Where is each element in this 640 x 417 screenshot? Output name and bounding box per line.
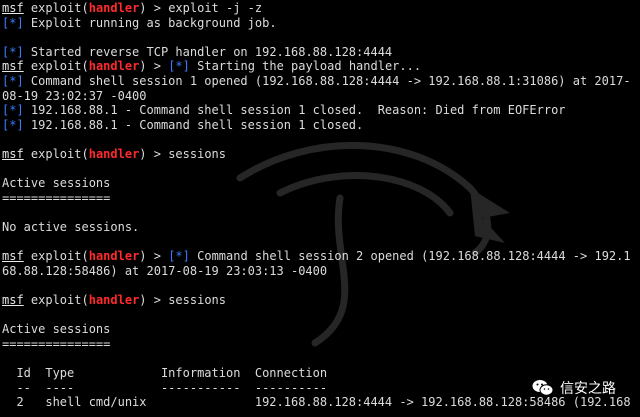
prompt-msf: msf [2,59,24,74]
wechat-icon [532,380,554,396]
output-text: No active sessions. [2,220,140,234]
info-marker: [*] [2,117,24,132]
terminal-line: msf exploit(handler) > [*] Command shell… [2,249,631,264]
prompt-msf: msf [2,147,24,161]
info-marker: [*] [2,74,24,88]
prompt-handler: handler [88,147,140,161]
terminal-line: [*] 192.168.88.1 - Command shell session… [2,103,566,118]
output-text: 68.88.128:58486) at 2017-08-19 23:03:13 … [2,263,328,278]
terminal-line: Id Type Information Connection [2,366,327,381]
output-text: Active sessions [2,176,111,191]
terminal-line: msf exploit(handler) > [*] Starting the … [2,59,421,74]
output-text: 192.168.88.1 - Command shell session 1 c… [23,103,566,118]
info-marker: [*] [2,103,24,118]
prompt-msf: msf [2,1,24,15]
terminal-line: msf exploit(handler) > sessions [2,147,226,162]
terminal-line: Active sessions [2,176,110,191]
prompt-handler: handler [88,59,140,74]
output-text: Exploit running as background job. [23,15,277,30]
terminal-line: =============== [2,191,110,206]
prompt-suffix: ) > [139,59,169,74]
terminal-line: 08-19 23:02:37 -0400 [2,89,147,104]
output-text: -- ---- ----------- ---------- [2,380,328,395]
kali-dragon-watermark [236,141,510,347]
prompt-msf: msf [2,293,24,307]
terminal-window[interactable]: msf exploit(handler) > exploit -j -z [*] … [0,0,640,417]
terminal-line: No active sessions. [2,220,139,235]
prompt-exploit: exploit( [23,293,89,307]
prompt-exploit: exploit( [23,147,89,161]
output-text: Started reverse TCP handler on 192.168.8… [23,44,393,59]
output-text: =============== [2,190,111,205]
output-text: Starting the payload handler... [189,59,422,74]
terminal-line: Active sessions [2,322,110,337]
output-text: Command shell session 1 opened (192.168.… [23,74,631,88]
prompt-exploit: exploit( [23,249,89,264]
output-text: 192.168.88.1 - Command shell session 1 c… [23,117,364,132]
terminal-line: [*] 192.168.88.1 - Command shell session… [2,118,363,133]
prompt-handler: handler [88,293,140,307]
terminal-line: -- ---- ----------- ---------- [2,381,327,396]
prompt-exploit: exploit( [23,59,89,74]
terminal-line: [*] Started reverse TCP handler on 192.1… [2,45,392,60]
prompt-msf: msf [2,249,24,264]
command-text: sessions [168,293,226,307]
prompt-suffix: ) > [139,249,169,264]
prompt-handler: handler [88,249,140,264]
terminal-line: =============== [2,337,110,352]
info-marker: [*] [2,15,24,30]
terminal-line: [*] Command shell session 1 opened (192.… [2,74,631,89]
output-text: =============== [2,336,111,351]
command-text: exploit -j -z [168,1,263,15]
prompt-suffix: ) > [139,293,169,307]
output-text: Active sessions [2,322,111,337]
command-text: sessions [168,147,226,161]
output-text: Command shell session 2 opened (192.168.… [189,249,631,264]
terminal-line: 68.88.128:58486) at 2017-08-19 23:03:13 … [2,264,327,279]
prompt-exploit: exploit( [23,1,89,15]
wechat-watermark: 信安之路 [532,377,616,399]
terminal-line: msf exploit(handler) > exploit -j -z [2,1,262,16]
terminal-line: msf exploit(handler) > sessions [2,293,226,308]
info-marker: [*] [2,44,24,59]
prompt-suffix: ) > [139,1,169,15]
watermark-text: 信安之路 [560,381,616,397]
output-text: 08-19 23:02:37 -0400 [2,88,147,103]
output-text: Id Type Information Connection [2,366,328,380]
prompt-handler: handler [88,1,140,15]
info-marker: [*] [168,59,190,74]
terminal-line: [*] Exploit running as background job. [2,16,277,31]
prompt-suffix: ) > [139,147,169,161]
info-marker: [*] [168,249,190,264]
